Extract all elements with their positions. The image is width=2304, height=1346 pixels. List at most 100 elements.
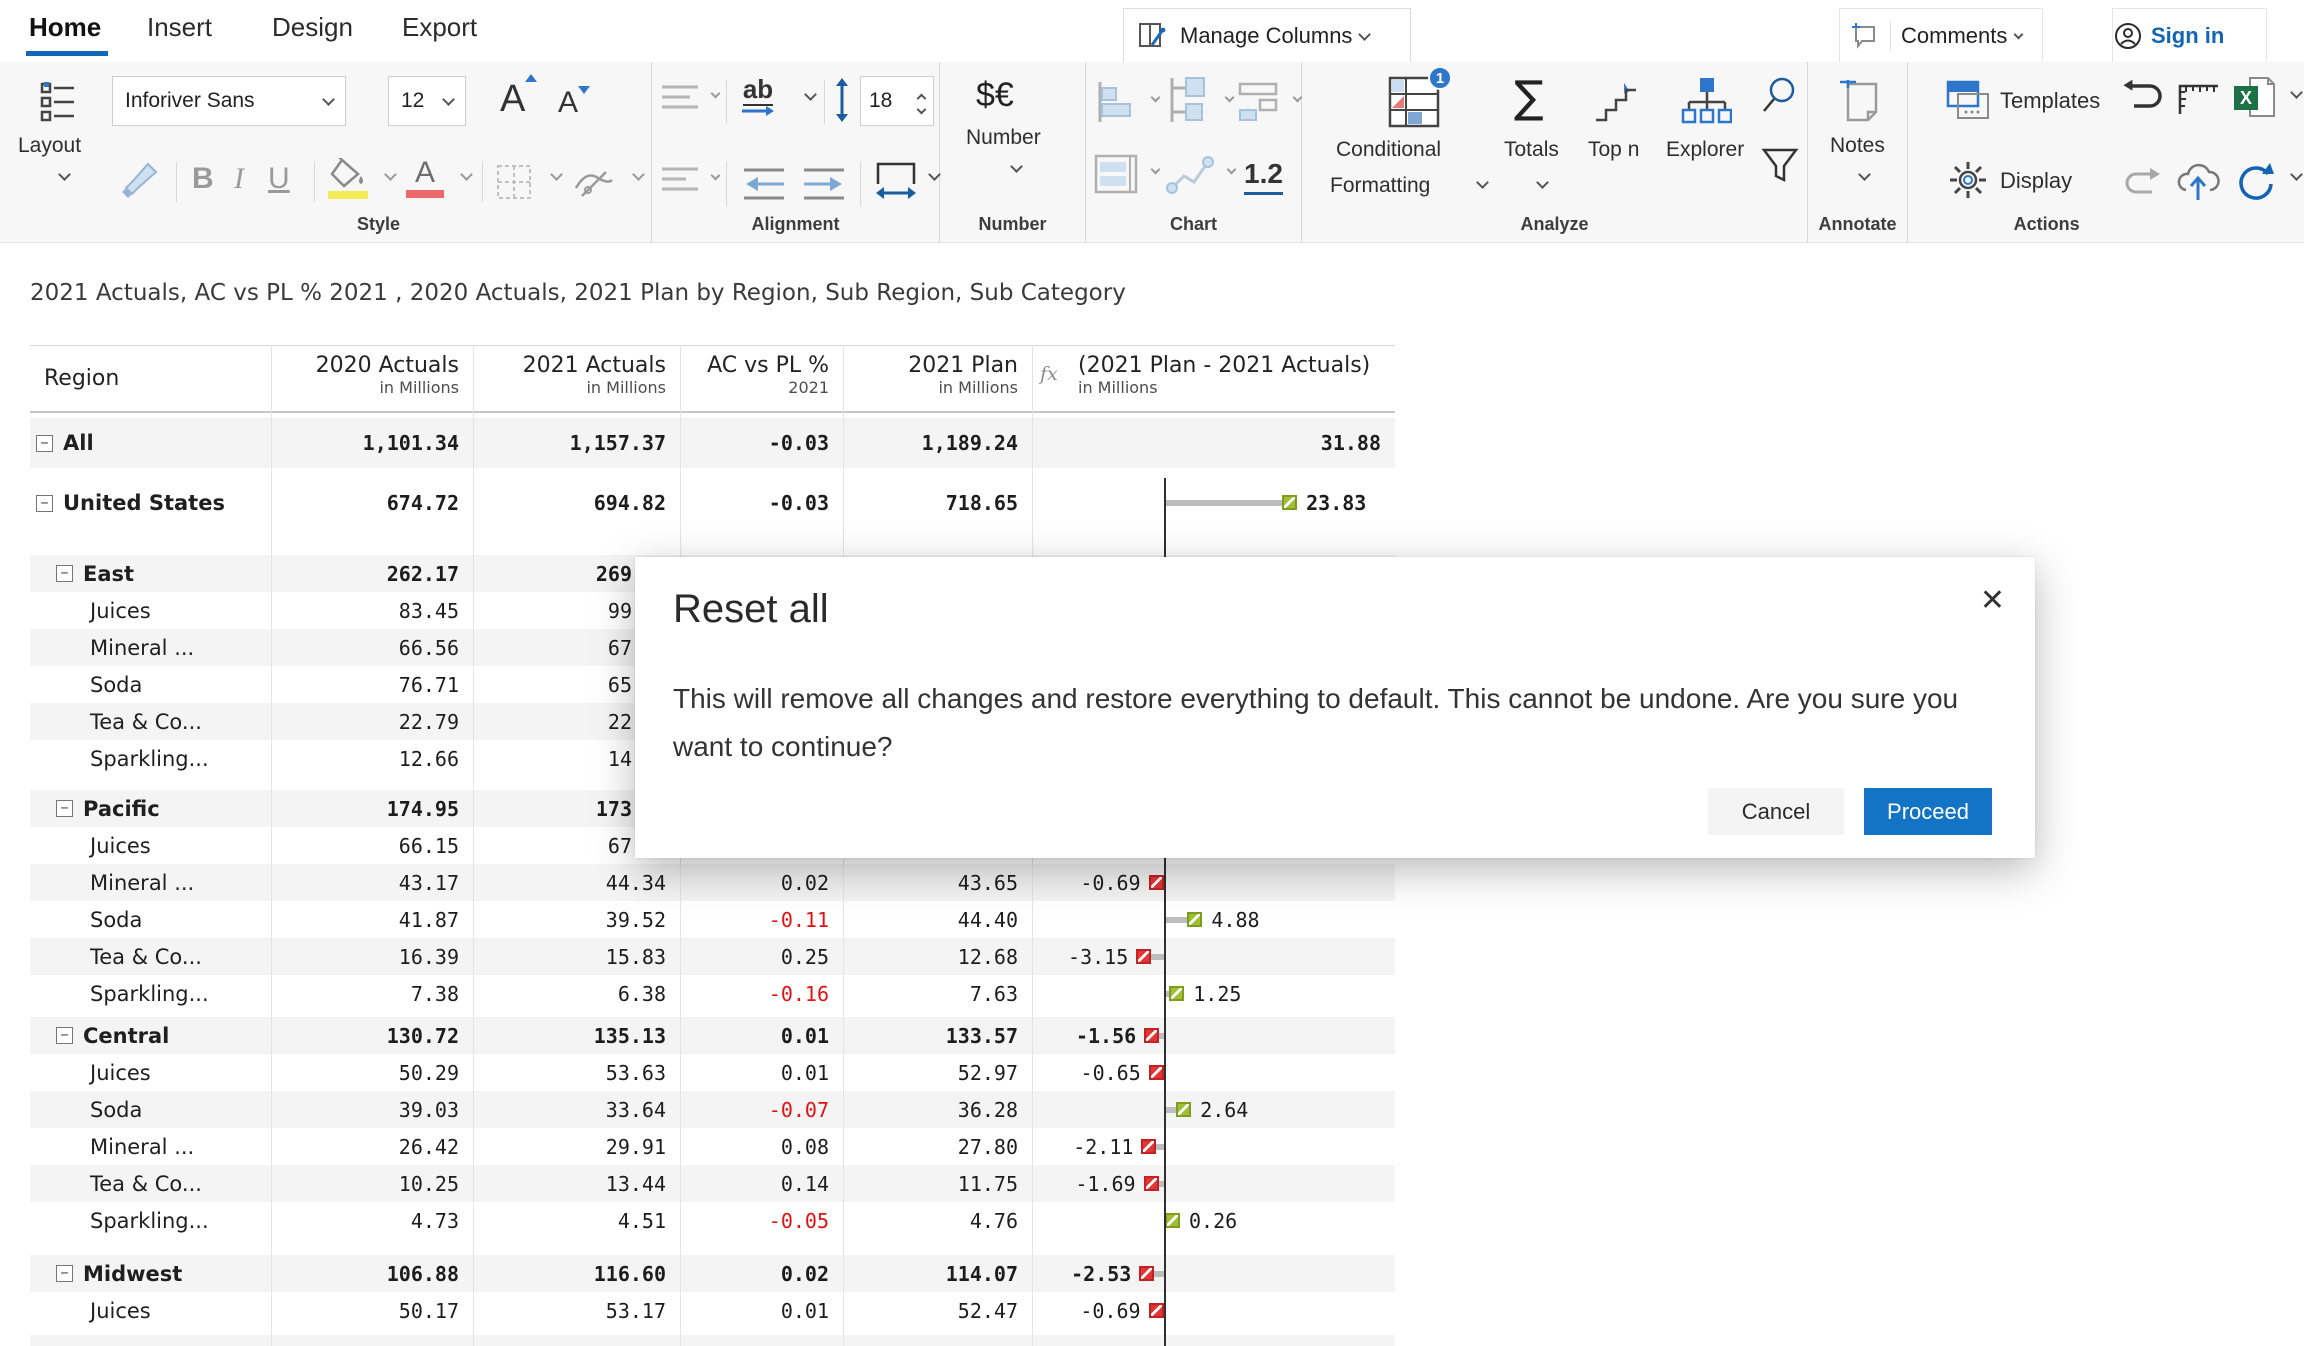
- value-cell[interactable]: 27.80: [843, 1128, 1032, 1165]
- chevron-down-icon[interactable]: [1476, 176, 1489, 189]
- chevron-down-icon[interactable]: [1227, 165, 1237, 175]
- region-cell[interactable]: Midwest: [30, 1255, 271, 1292]
- layout-icon[interactable]: [34, 78, 82, 126]
- value-cell[interactable]: 116.60: [473, 1255, 680, 1292]
- value-cell[interactable]: 12.68: [843, 938, 1032, 975]
- value-cell[interactable]: 43.17: [271, 864, 473, 901]
- region-cell[interactable]: Tea & Co...: [30, 703, 271, 740]
- value-cell[interactable]: 262.17: [271, 555, 473, 592]
- chevron-down-icon[interactable]: [460, 168, 473, 181]
- conditional-label-2[interactable]: Formatting: [1330, 174, 1430, 198]
- font-color-button[interactable]: A: [406, 156, 444, 198]
- chevron-down-icon[interactable]: [1151, 165, 1161, 175]
- value-cell[interactable]: 33.64: [473, 1091, 680, 1128]
- region-cell[interactable]: United States: [30, 478, 271, 528]
- cancel-button[interactable]: Cancel: [1708, 788, 1844, 835]
- value-cell[interactable]: 50.29: [271, 1054, 473, 1091]
- filter-icon[interactable]: [1760, 146, 1800, 186]
- templates-icon[interactable]: [1946, 80, 1992, 122]
- font-size-select[interactable]: 12: [388, 76, 466, 126]
- value-cell[interactable]: 43.65: [843, 864, 1032, 901]
- grow-font-button[interactable]: A: [500, 78, 525, 121]
- templates-label[interactable]: Templates: [2000, 88, 2100, 114]
- value-cell[interactable]: 114.07: [843, 1255, 1032, 1292]
- value-cell[interactable]: 52.97: [843, 1054, 1032, 1091]
- value-cell[interactable]: 4.76: [843, 1202, 1032, 1239]
- hierarchy-chart-icon[interactable]: [1164, 76, 1212, 126]
- value-cell[interactable]: 10.25: [271, 1165, 473, 1202]
- region-cell[interactable]: Mineral ...: [30, 864, 271, 901]
- value-cell[interactable]: 674.72: [271, 478, 473, 528]
- value-cell[interactable]: 0.08: [680, 1128, 843, 1165]
- value-cell[interactable]: 0.02: [680, 1255, 843, 1292]
- value-cell[interactable]: 130.72: [271, 1017, 473, 1054]
- region-cell[interactable]: Central: [30, 1017, 271, 1054]
- value-cell[interactable]: -0.03: [680, 418, 843, 468]
- value-cell[interactable]: 39.52: [473, 901, 680, 938]
- table-chart-icon[interactable]: [1094, 154, 1138, 194]
- close-icon[interactable]: ✕: [1980, 583, 2005, 618]
- value-cell[interactable]: 1,157.37: [473, 418, 680, 468]
- value-cell[interactable]: -0.11: [680, 901, 843, 938]
- indent-icon[interactable]: [800, 166, 848, 202]
- chevron-down-icon[interactable]: [1151, 93, 1161, 103]
- column-header[interactable]: AC vs PL %2021: [680, 345, 843, 412]
- region-cell[interactable]: Soda: [30, 666, 271, 703]
- chevron-down-icon[interactable]: [711, 171, 721, 181]
- value-cell[interactable]: 0.01: [680, 1054, 843, 1091]
- vertical-align-icon[interactable]: [660, 82, 700, 116]
- region-cell[interactable]: Juices: [30, 1292, 271, 1329]
- region-cell[interactable]: Pacific: [30, 790, 271, 827]
- fill-color-button[interactable]: [328, 158, 368, 199]
- value-cell[interactable]: 39.03: [271, 1091, 473, 1128]
- chevron-down-icon[interactable]: [1293, 93, 1303, 103]
- region-cell[interactable]: Soda: [30, 1091, 271, 1128]
- value-cell[interactable]: 7.38: [271, 975, 473, 1012]
- shrink-font-button[interactable]: A: [558, 86, 578, 120]
- value-cell[interactable]: 53.63: [473, 1054, 680, 1091]
- undo-icon[interactable]: [2120, 78, 2164, 118]
- value-cell[interactable]: 44.34: [473, 864, 680, 901]
- column-header[interactable]: 2021 Planin Millions: [843, 345, 1032, 412]
- search-icon[interactable]: [1760, 74, 1800, 114]
- column-header[interactable]: fx(2021 Plan - 2021 Actuals)in Millions: [1032, 345, 1395, 412]
- value-cell[interactable]: 0.01: [680, 1017, 843, 1054]
- region-cell[interactable]: Sparkling...: [30, 1202, 271, 1239]
- row-height-stepper[interactable]: [910, 89, 925, 113]
- chevron-down-icon[interactable]: [2290, 86, 2303, 99]
- region-cell[interactable]: All: [30, 418, 271, 468]
- sign-in-button[interactable]: Sign in: [2112, 8, 2267, 64]
- chevron-down-icon[interactable]: [1536, 176, 1549, 189]
- value-cell[interactable]: 29.91: [473, 1128, 680, 1165]
- chevron-down-icon[interactable]: [1225, 93, 1235, 103]
- collapse-toggle-icon[interactable]: [56, 800, 73, 817]
- display-gear-icon[interactable]: [1948, 160, 1988, 200]
- layout-chart-icon[interactable]: [1238, 80, 1282, 124]
- horizontal-align-icon[interactable]: [660, 164, 700, 198]
- excel-export-icon[interactable]: X: [2232, 76, 2278, 120]
- value-cell[interactable]: 41.87: [271, 901, 473, 938]
- value-cell[interactable]: 174.95: [271, 790, 473, 827]
- chevron-down-icon[interactable]: [2290, 168, 2303, 181]
- notes-label[interactable]: Notes: [1830, 134, 1885, 158]
- value-cell[interactable]: 0.25: [680, 938, 843, 975]
- column-width-icon[interactable]: [874, 160, 918, 200]
- value-cell[interactable]: -0.07: [680, 1091, 843, 1128]
- region-cell[interactable]: Juices: [30, 592, 271, 629]
- clear-format-icon[interactable]: [572, 162, 616, 202]
- chevron-down-icon[interactable]: [804, 88, 817, 101]
- redo-icon[interactable]: [2122, 166, 2166, 202]
- value-cell[interactable]: 53.17: [473, 1292, 680, 1329]
- region-cell[interactable]: East: [30, 555, 271, 592]
- totals-sigma-icon[interactable]: ∑: [1514, 72, 1544, 123]
- value-cell[interactable]: -0.16: [680, 975, 843, 1012]
- value-cell[interactable]: 12.66: [271, 740, 473, 777]
- value-cell[interactable]: 11.75: [843, 1165, 1032, 1202]
- italic-button[interactable]: I: [234, 162, 244, 196]
- value-cell[interactable]: 0.01: [680, 1292, 843, 1329]
- chevron-down-icon[interactable]: [550, 168, 563, 181]
- value-cell[interactable]: 15.83: [473, 938, 680, 975]
- top-n-icon[interactable]: [1592, 78, 1640, 126]
- bold-button[interactable]: B: [192, 162, 214, 196]
- text-direction-icon[interactable]: ab: [740, 74, 776, 117]
